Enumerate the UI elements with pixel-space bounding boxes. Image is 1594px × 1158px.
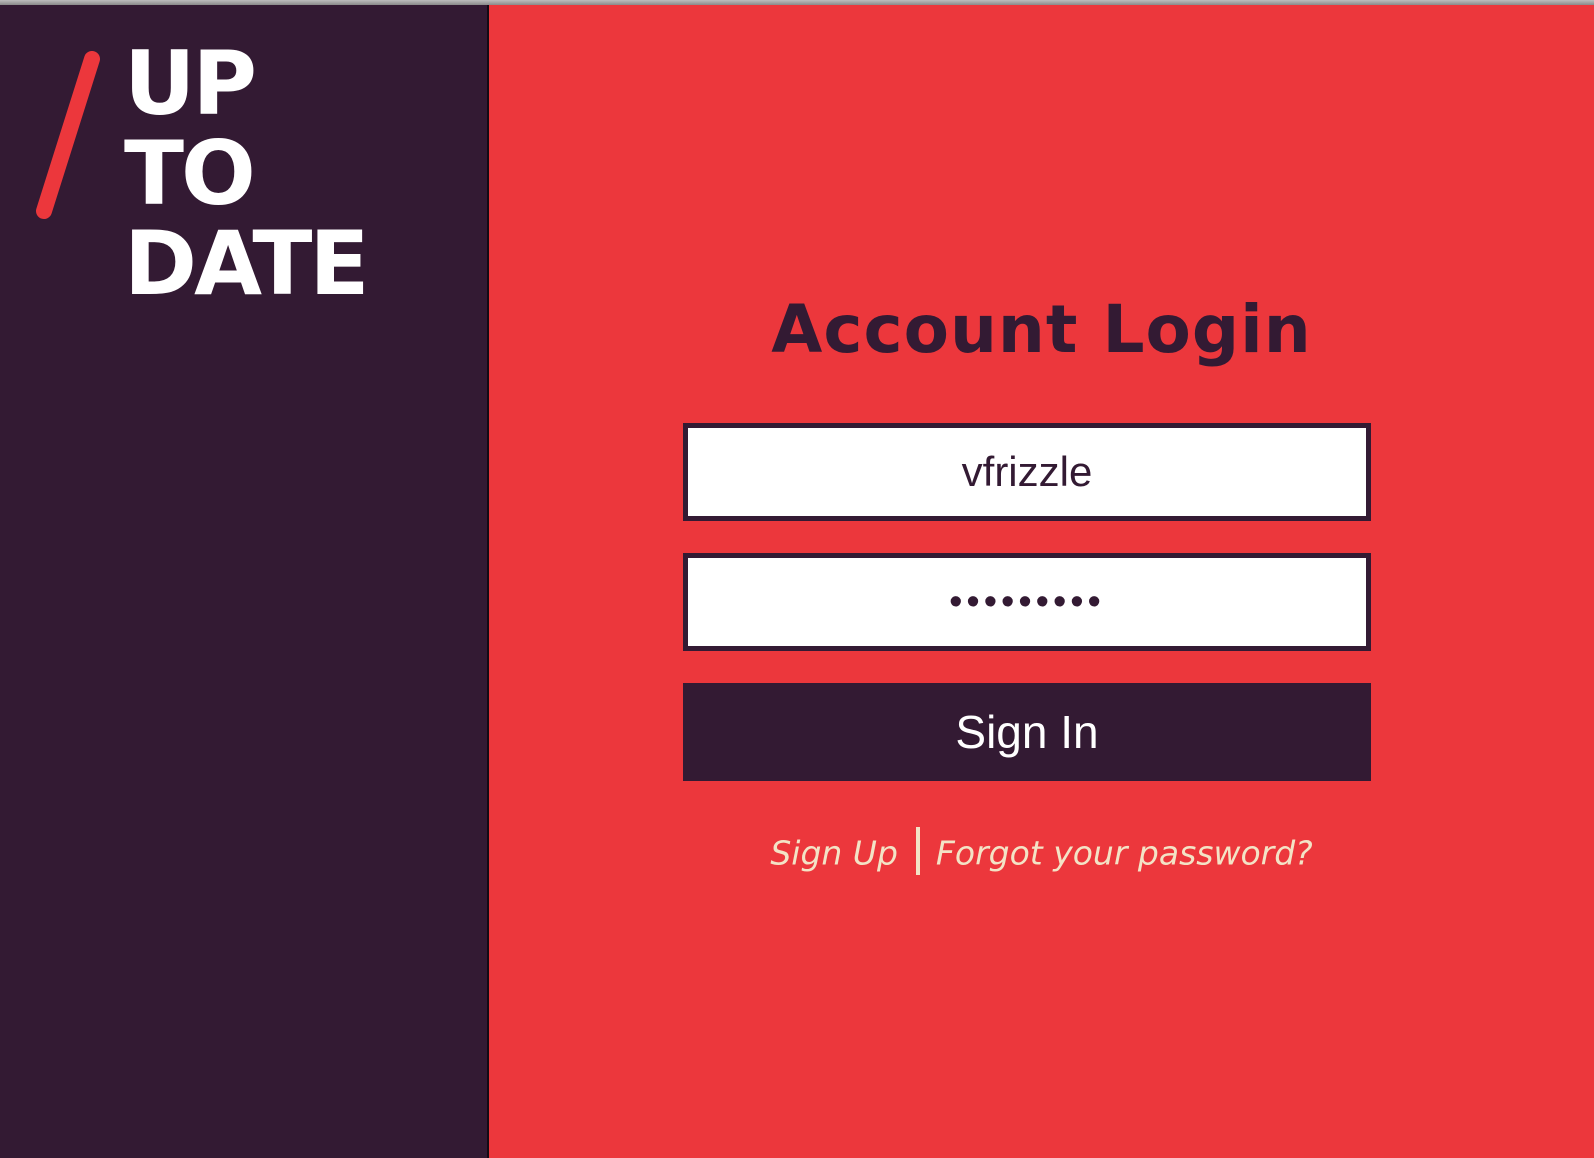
brand-logo: UP TO DATE	[124, 32, 369, 315]
username-field[interactable]	[683, 423, 1371, 521]
link-separator	[915, 827, 920, 875]
auth-links: Sign Up Forgot your password?	[489, 827, 1594, 879]
logo-line-date: DATE	[124, 212, 369, 315]
forgot-password-link[interactable]: Forgot your password?	[936, 834, 1313, 873]
logo-line-up: UP	[124, 32, 257, 135]
logo-line-to: TO	[124, 122, 256, 225]
page-title: Account Login	[771, 291, 1312, 368]
app-window: UP TO DATE Account Login Sign In Sign Up…	[0, 0, 1594, 1158]
password-field[interactable]	[683, 553, 1371, 651]
login-panel: Account Login Sign In Sign Up Forgot your…	[489, 5, 1594, 1158]
sign-up-link[interactable]: Sign Up	[770, 834, 898, 873]
sidebar: UP TO DATE	[0, 5, 487, 1158]
logo-slash-icon	[36, 51, 100, 219]
sign-in-button[interactable]: Sign In	[683, 683, 1371, 781]
